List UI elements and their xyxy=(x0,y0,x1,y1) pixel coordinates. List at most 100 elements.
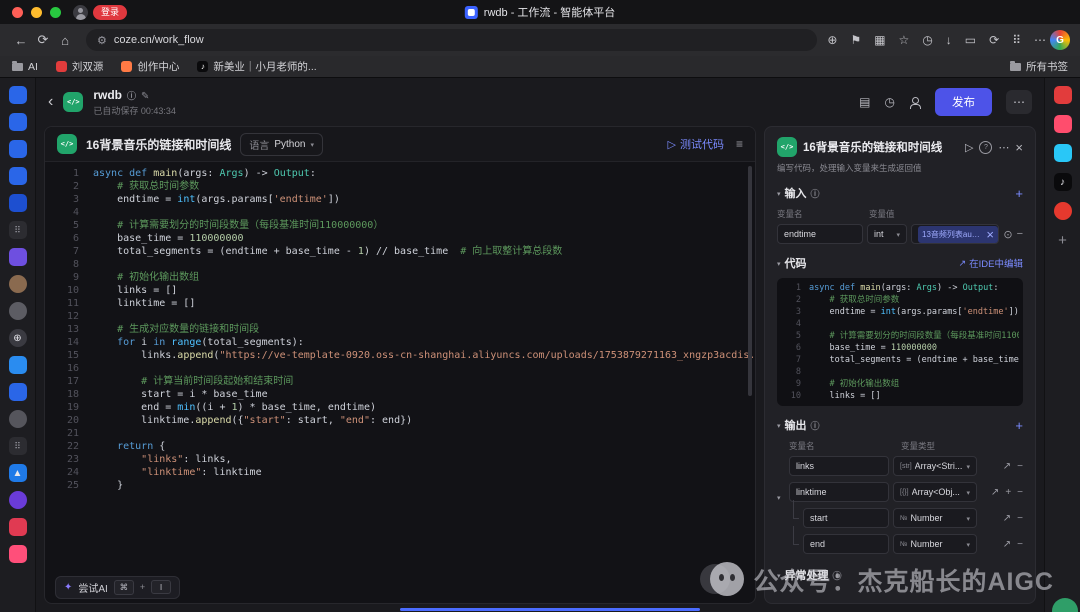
bookmark-item[interactable]: AI xyxy=(12,60,38,73)
all-bookmarks-button[interactable]: 所有书签 xyxy=(1010,59,1068,74)
app-icon[interactable] xyxy=(8,545,27,563)
globe-icon[interactable]: ⊕ xyxy=(8,329,27,347)
app-icon[interactable] xyxy=(8,113,27,131)
output-name-field[interactable]: end xyxy=(803,534,889,554)
download-icon[interactable]: ↓ xyxy=(946,33,952,47)
collapse-icon[interactable] xyxy=(777,187,781,199)
outline-list-icon[interactable] xyxy=(736,137,743,151)
home-button[interactable] xyxy=(54,33,76,48)
app-icon[interactable] xyxy=(8,356,27,374)
info-icon[interactable] xyxy=(127,88,136,102)
code-section-header[interactable]: 代码 在IDE中编辑 xyxy=(777,255,1023,271)
avatar-icon[interactable] xyxy=(8,275,27,293)
app-grid-icon[interactable]: ⠿ xyxy=(8,221,27,239)
add-output-button[interactable] xyxy=(1015,418,1023,433)
apps-grid-icon[interactable]: ⠿ xyxy=(1012,33,1021,47)
app-icon[interactable] xyxy=(8,167,27,185)
app-icon[interactable] xyxy=(8,491,27,509)
locate-node-icon[interactable] xyxy=(1003,228,1012,241)
more-options-button[interactable] xyxy=(1006,90,1032,114)
site-settings-icon[interactable] xyxy=(97,34,107,47)
minimize-window-button[interactable] xyxy=(31,6,42,18)
code-editor-area[interactable]: 1 async def main(args: Args) -> Output: 2 … xyxy=(45,162,755,571)
more-icon[interactable] xyxy=(998,141,1009,154)
layout-icon[interactable] xyxy=(859,95,870,109)
bookmark-item[interactable]: ♪ 新美业｜小月老师的... xyxy=(197,59,317,74)
input-type-select[interactable]: int xyxy=(867,224,907,244)
edit-in-ide-link[interactable]: 在IDE中编辑 xyxy=(959,256,1023,270)
output-type-select[interactable]: [str] Array<Stri... xyxy=(893,456,977,476)
star-icon[interactable]: ☆ xyxy=(899,33,910,47)
publish-button[interactable]: 发布 xyxy=(935,88,992,116)
app-icon[interactable] xyxy=(8,140,27,158)
history-icon[interactable] xyxy=(885,95,895,109)
input-value-select[interactable]: 13音频列表audio_t... xyxy=(911,224,1000,244)
app-icon[interactable] xyxy=(8,410,27,428)
code-preview[interactable]: 1 async def main(args: Args) -> Output: 2 … xyxy=(777,278,1023,406)
output-section-header[interactable]: 输出 xyxy=(777,417,1023,433)
remove-output-button[interactable]: − xyxy=(1017,461,1023,472)
test-code-button[interactable]: 测试代码 xyxy=(668,136,724,152)
collapse-icon[interactable] xyxy=(777,419,781,431)
add-child-button[interactable]: + xyxy=(1005,487,1011,498)
remove-input-button[interactable] xyxy=(1017,228,1023,240)
output-name-field[interactable]: start xyxy=(803,508,889,528)
app-icon[interactable] xyxy=(8,383,27,401)
url-bar[interactable]: coze.cn/work_flow xyxy=(86,29,818,51)
collapse-icon[interactable] xyxy=(777,487,781,505)
bookmark-item[interactable]: 刘双源 xyxy=(55,59,103,74)
app-icon[interactable] xyxy=(8,86,27,104)
edit-name-icon[interactable] xyxy=(141,88,149,102)
expand-icon[interactable]: ↗ xyxy=(1003,461,1011,472)
tiktok-icon[interactable]: ♪ xyxy=(1053,173,1072,191)
login-button[interactable]: 登录 xyxy=(93,4,128,20)
flag-icon[interactable]: ⚑ xyxy=(850,33,861,47)
back-chevron-icon[interactable] xyxy=(48,93,53,111)
app-icon[interactable]: ▲ xyxy=(8,464,27,482)
output-type-select[interactable]: [{}] Array<Obj... xyxy=(893,482,977,502)
extension-icon[interactable] xyxy=(1053,115,1072,133)
app-icon[interactable] xyxy=(8,248,27,266)
language-select[interactable]: 语言 Python xyxy=(240,132,324,156)
editor-scrollbar[interactable] xyxy=(748,166,752,396)
collaborators-icon[interactable] xyxy=(909,96,921,109)
remove-output-button[interactable]: − xyxy=(1017,539,1023,550)
remove-reference-icon[interactable] xyxy=(986,227,994,242)
zoom-in-icon[interactable]: ⊕ xyxy=(827,33,837,47)
close-window-button[interactable] xyxy=(12,6,23,18)
more-icon[interactable]: ⋯ xyxy=(1034,33,1046,47)
app-icon[interactable] xyxy=(8,518,27,536)
expand-icon[interactable]: ↗ xyxy=(991,487,999,498)
avatar-icon[interactable] xyxy=(8,302,27,320)
close-icon[interactable] xyxy=(1015,140,1023,155)
extension-icon[interactable] xyxy=(1053,144,1072,162)
back-button[interactable] xyxy=(10,33,32,48)
sync-icon[interactable]: ⟳ xyxy=(989,33,999,47)
extension-icon[interactable] xyxy=(1053,202,1072,220)
output-name-field[interactable]: linktime xyxy=(789,482,889,502)
input-section-header[interactable]: 输入 xyxy=(777,185,1023,201)
app-grid-icon[interactable]: ⠿ xyxy=(8,437,27,455)
output-type-select[interactable]: № Number xyxy=(893,534,977,554)
zoom-window-button[interactable] xyxy=(50,6,61,18)
reload-button[interactable] xyxy=(32,32,54,48)
app-icon[interactable] xyxy=(8,194,27,212)
output-name-field[interactable]: links xyxy=(789,456,889,476)
remove-output-button[interactable]: − xyxy=(1017,487,1023,498)
extensions-icon[interactable]: ▦ xyxy=(874,33,885,47)
devices-icon[interactable]: ▭ xyxy=(965,33,976,47)
collapse-icon[interactable] xyxy=(777,257,781,269)
history-icon[interactable]: ◷ xyxy=(922,33,932,47)
remove-output-button[interactable]: − xyxy=(1017,513,1023,524)
expand-icon[interactable]: ↗ xyxy=(1003,539,1011,550)
output-type-select[interactable]: № Number xyxy=(893,508,977,528)
add-input-button[interactable] xyxy=(1015,186,1023,201)
run-node-icon[interactable] xyxy=(965,141,973,154)
try-ai-button[interactable]: 尝试AI ⌘ + I xyxy=(55,575,181,599)
expand-icon[interactable]: ↗ xyxy=(1003,513,1011,524)
help-icon[interactable] xyxy=(979,140,993,154)
extension-icon[interactable] xyxy=(1053,86,1072,104)
profile-avatar[interactable]: G xyxy=(1050,30,1070,50)
user-avatar-icon[interactable] xyxy=(73,4,88,20)
bookmark-item[interactable]: 创作中心 xyxy=(121,59,179,74)
